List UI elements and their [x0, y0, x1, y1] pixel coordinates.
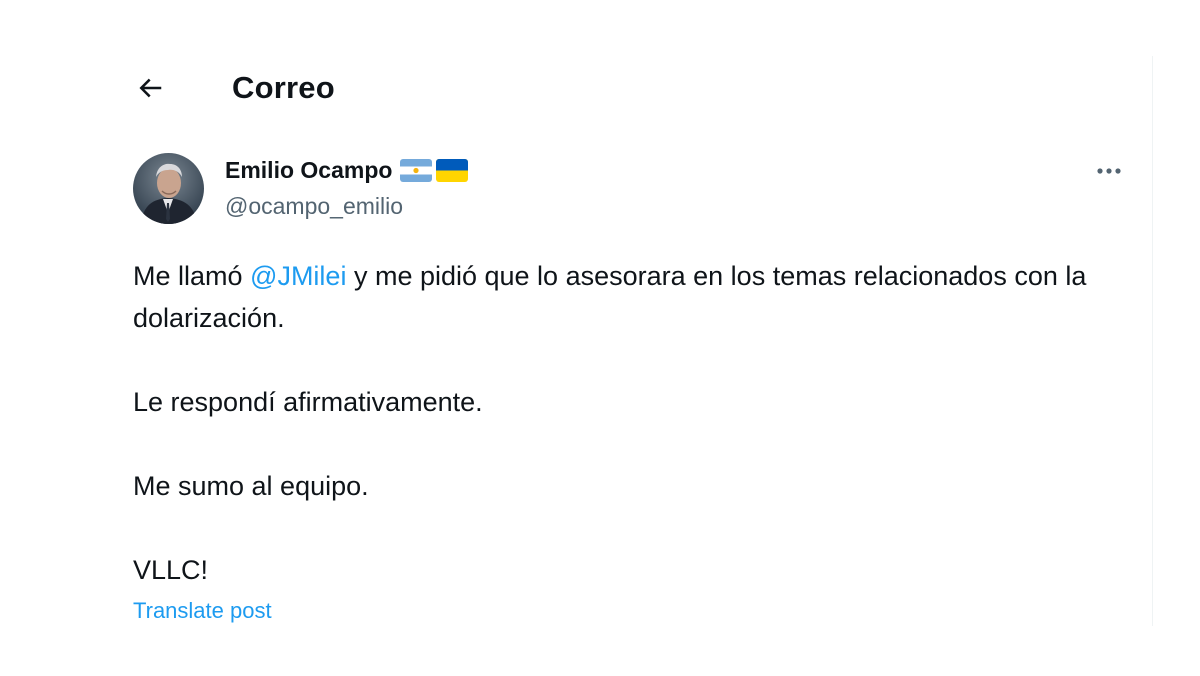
tweet-text: Me llamó @JMilei y me pidió que lo aseso…: [133, 255, 1133, 591]
author-handle[interactable]: @ocampo_emilio: [225, 193, 403, 220]
mention-link[interactable]: @JMilei: [250, 261, 346, 291]
page-header: Correo: [120, 60, 1020, 116]
back-button[interactable]: [120, 60, 180, 116]
tweet-paragraph-2: Le respondí afirmativamente.: [133, 387, 483, 417]
author-display-name[interactable]: Emilio Ocampo: [225, 157, 392, 184]
column-divider: [1152, 56, 1153, 626]
tweet-paragraph-3: Me sumo al equipo.: [133, 471, 369, 501]
tweet-author: Emilio Ocampo @ocampo_emilio: [133, 153, 1133, 227]
page-title: Correo: [232, 70, 335, 105]
tweet-paragraph-1: Me llamó @JMilei y me pidió que lo aseso…: [133, 255, 1133, 339]
argentina-flag-icon: [400, 159, 433, 182]
tweet-paragraph-4: VLLC!: [133, 555, 209, 585]
ukraine-flag-icon: [436, 159, 469, 182]
arrow-left-icon: [139, 78, 162, 98]
avatar-image: [133, 153, 204, 224]
more-horizontal-icon: [1097, 168, 1121, 174]
more-options-button[interactable]: [1093, 159, 1125, 183]
tweet-text-segment: Me llamó: [133, 261, 251, 291]
translate-post-link[interactable]: Translate post: [133, 598, 272, 624]
avatar[interactable]: [133, 153, 204, 224]
author-name-line: Emilio Ocampo: [225, 157, 469, 184]
